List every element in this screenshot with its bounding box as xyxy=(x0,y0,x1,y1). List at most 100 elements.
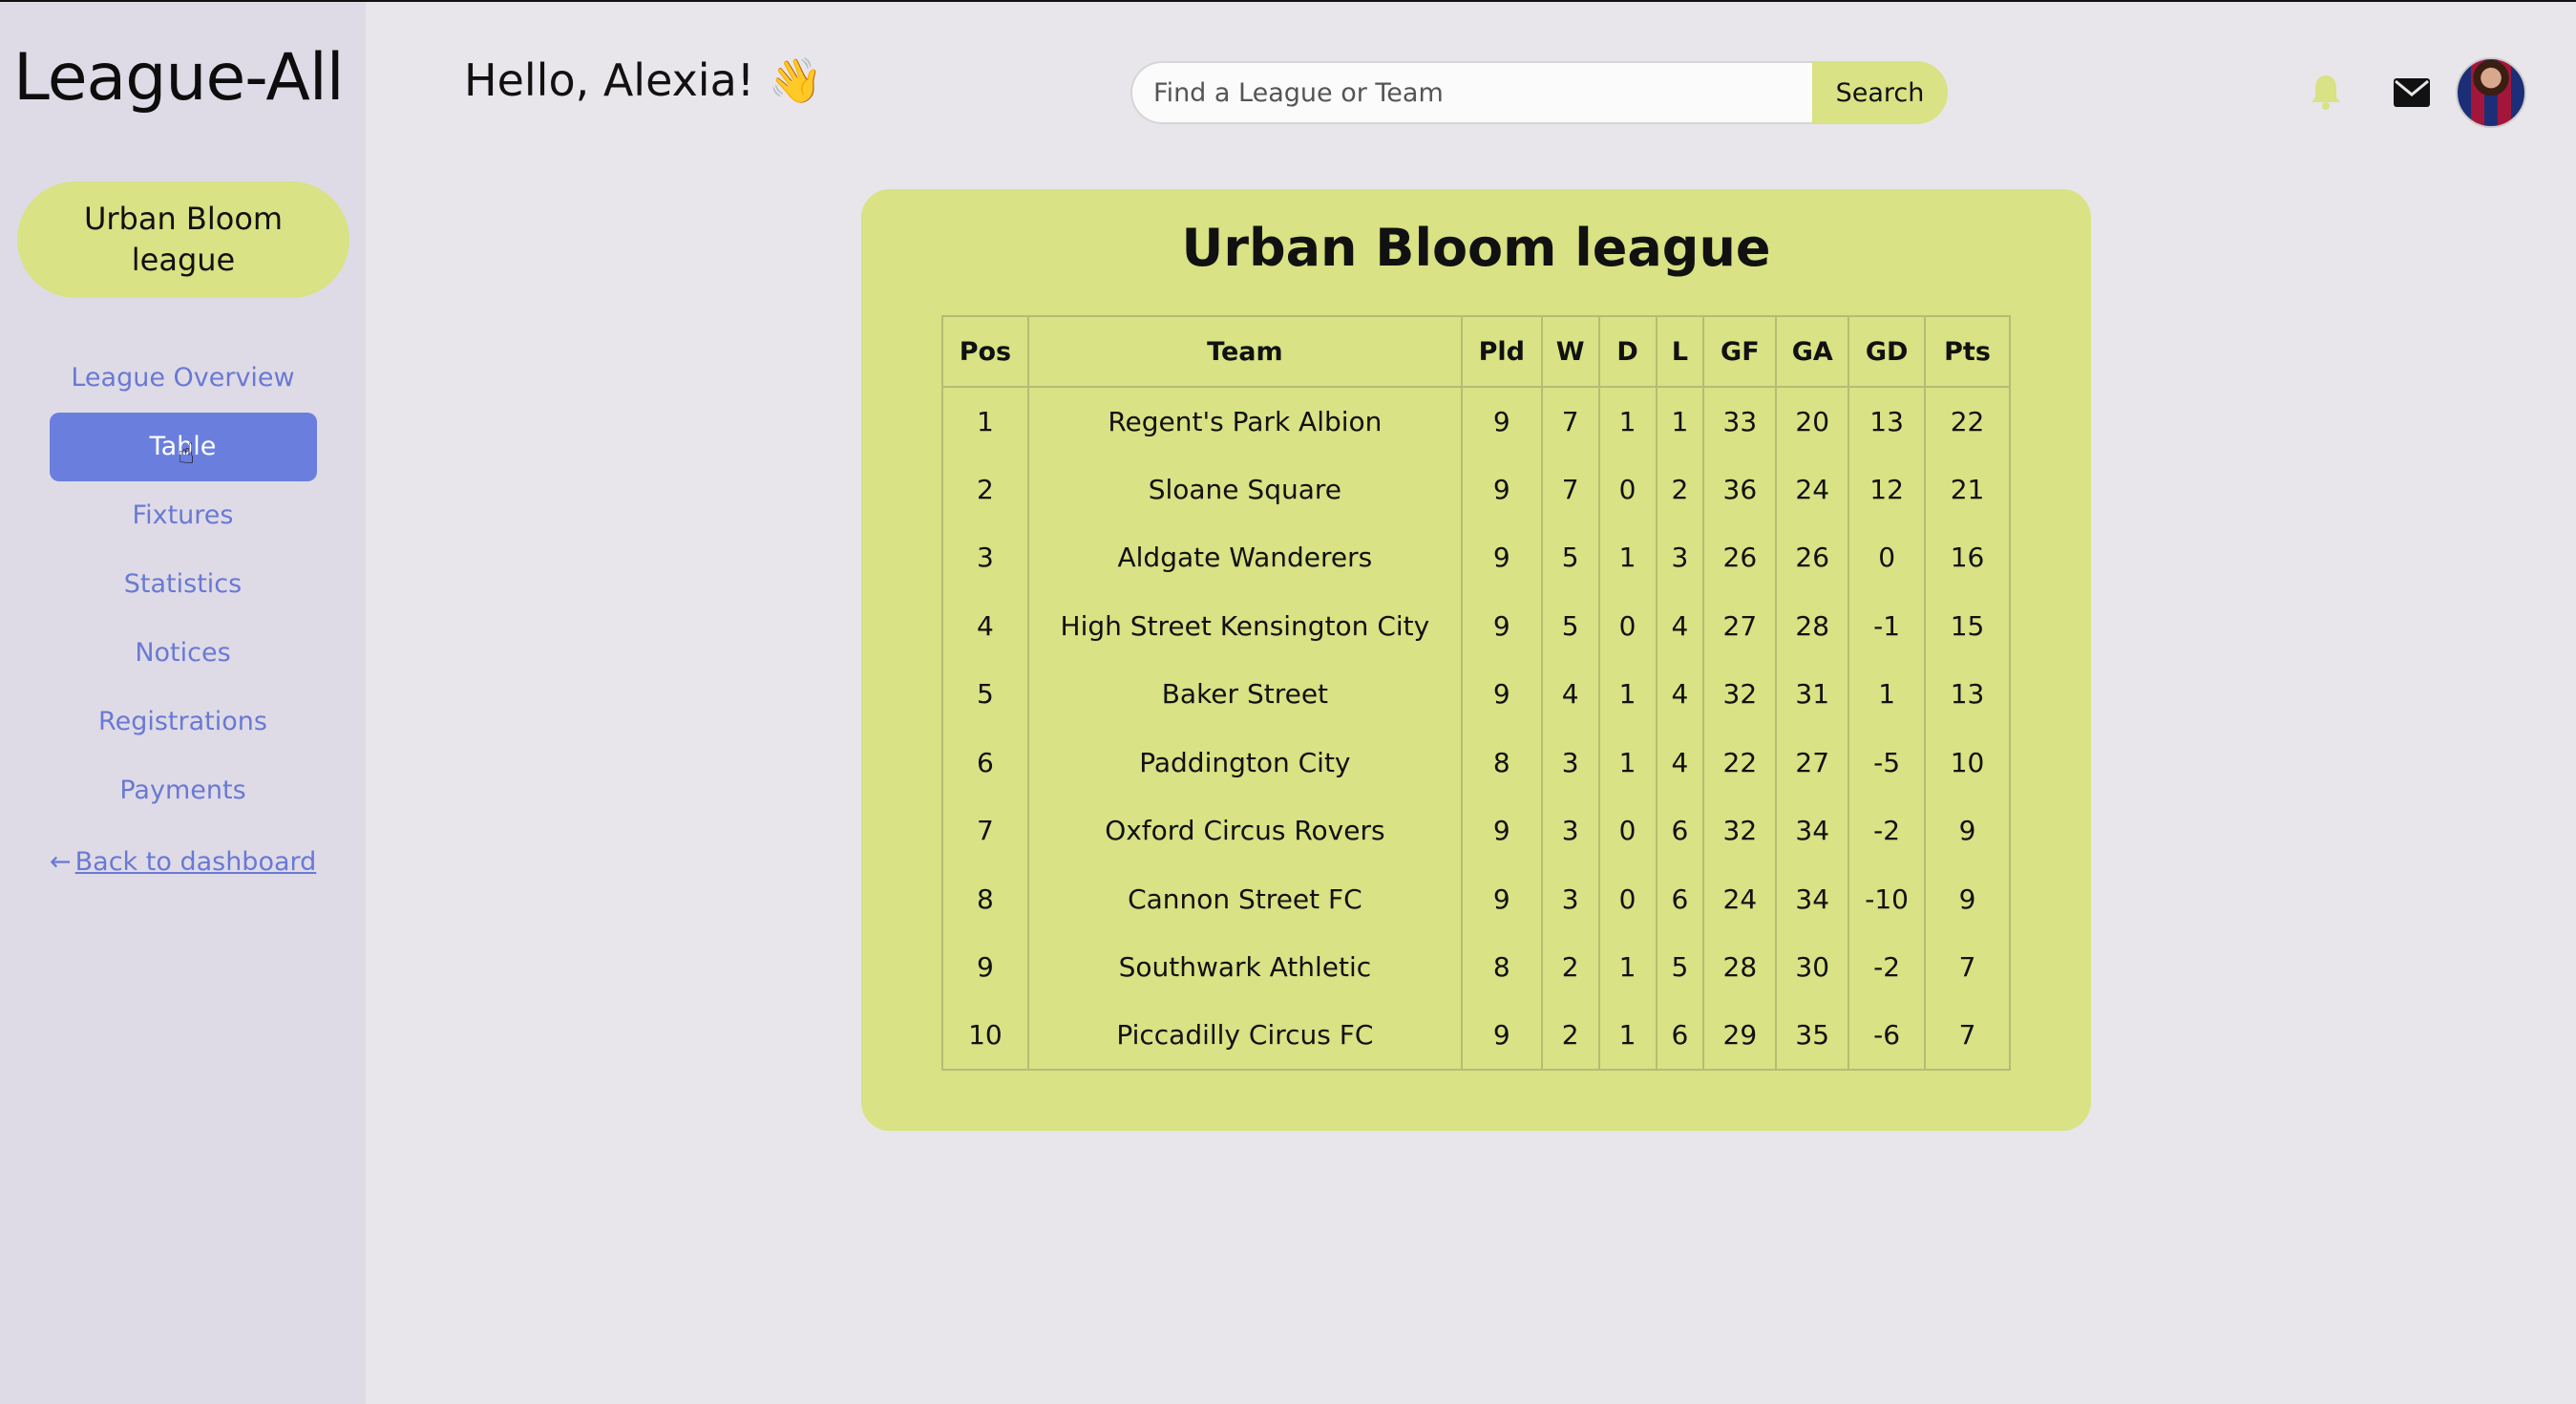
drawn-cell: 1 xyxy=(1597,387,1658,456)
table-row[interactable]: 7 Oxford Circus Rovers 9 3 0 6 32 34 -2 9 xyxy=(941,797,2011,865)
points-cell: 10 xyxy=(1924,728,2011,797)
goal-diff-cell: 1 xyxy=(1848,660,1927,729)
sidebar: League-All Urban Bloom league League Ove… xyxy=(0,2,366,1404)
points-cell: 9 xyxy=(1924,864,2011,933)
lost-cell: 4 xyxy=(1655,660,1705,729)
goals-against-cell: 34 xyxy=(1775,797,1850,865)
app-logo[interactable]: League-All xyxy=(13,40,345,116)
league-table: Pos Team Pld W D L GF GA GD Pts 1 Regent'… xyxy=(941,315,2011,1071)
goal-diff-cell: 0 xyxy=(1848,523,1927,592)
position-cell: 10 xyxy=(941,1001,1029,1071)
column-header[interactable]: W xyxy=(1540,315,1600,388)
team-cell: Piccadilly Circus FC xyxy=(1026,1001,1463,1071)
team-cell: High Street Kensington City xyxy=(1026,591,1463,660)
won-cell: 5 xyxy=(1540,591,1600,660)
goal-diff-cell: -2 xyxy=(1848,933,1927,1002)
back-to-dashboard-link[interactable]: ← Back to dashboard xyxy=(50,847,316,877)
table-row[interactable]: 9 Southwark Athletic 8 2 1 5 28 30 -2 7 xyxy=(941,933,2011,1002)
sidebar-item-table[interactable]: Table xyxy=(49,413,317,481)
column-header[interactable]: D xyxy=(1597,315,1658,388)
avatar[interactable] xyxy=(2456,57,2526,128)
points-cell: 13 xyxy=(1924,660,2011,729)
goals-for-cell: 28 xyxy=(1702,933,1778,1002)
points-cell: 7 xyxy=(1924,933,2011,1002)
goals-for-cell: 24 xyxy=(1702,864,1778,933)
table-row[interactable]: 3 Aldgate Wanderers 9 5 1 3 26 26 0 16 xyxy=(941,523,2011,592)
column-header[interactable]: Team xyxy=(1026,315,1463,388)
goals-for-cell: 36 xyxy=(1702,455,1778,523)
played-cell: 9 xyxy=(1460,523,1543,592)
points-cell: 16 xyxy=(1924,523,2011,592)
table-row[interactable]: 6 Paddington City 8 3 1 4 22 27 -5 10 xyxy=(941,728,2011,797)
played-cell: 9 xyxy=(1460,387,1543,456)
goals-for-cell: 29 xyxy=(1702,1001,1778,1071)
column-header[interactable]: L xyxy=(1655,315,1705,388)
table-row[interactable]: 8 Cannon Street FC 9 3 0 6 24 34 -10 9 xyxy=(941,864,2011,933)
lost-cell: 1 xyxy=(1655,387,1705,456)
table-row[interactable]: 1 Regent's Park Albion 9 7 1 1 33 20 13 22 xyxy=(941,387,2011,456)
bell-icon[interactable] xyxy=(2310,73,2342,111)
won-cell: 3 xyxy=(1540,728,1600,797)
team-cell: Baker Street xyxy=(1026,660,1463,729)
goals-against-cell: 24 xyxy=(1775,455,1850,523)
sidebar-item-payments[interactable]: Payments xyxy=(50,756,317,825)
column-header[interactable]: Pts xyxy=(1924,315,2011,388)
lost-cell: 3 xyxy=(1655,523,1705,592)
column-header[interactable]: GA xyxy=(1775,315,1850,388)
won-cell: 5 xyxy=(1540,523,1600,592)
sidebar-item-league-overview[interactable]: League Overview xyxy=(50,344,317,413)
points-cell: 7 xyxy=(1924,1001,2011,1071)
played-cell: 9 xyxy=(1460,660,1543,729)
mail-icon[interactable] xyxy=(2394,78,2430,107)
goal-diff-cell: -6 xyxy=(1848,1001,1927,1071)
played-cell: 8 xyxy=(1460,933,1543,1002)
won-cell: 4 xyxy=(1540,660,1600,729)
goals-for-cell: 32 xyxy=(1702,797,1778,865)
sidebar-item-statistics[interactable]: Statistics xyxy=(50,550,317,619)
goals-against-cell: 20 xyxy=(1775,387,1850,456)
goals-for-cell: 22 xyxy=(1702,728,1778,797)
team-cell: Regent's Park Albion xyxy=(1026,387,1463,456)
goal-diff-cell: -2 xyxy=(1848,797,1927,865)
won-cell: 3 xyxy=(1540,797,1600,865)
drawn-cell: 0 xyxy=(1597,455,1658,523)
lost-cell: 4 xyxy=(1655,728,1705,797)
drawn-cell: 1 xyxy=(1597,728,1658,797)
league-name: Urban Bloom league xyxy=(83,201,284,278)
table-row[interactable]: 10 Piccadilly Circus FC 9 2 1 6 29 35 -6 7 xyxy=(941,1001,2011,1071)
goals-against-cell: 35 xyxy=(1775,1001,1850,1071)
table-row[interactable]: 4 High Street Kensington City 9 5 0 4 27 28 -1 15 xyxy=(941,591,2011,660)
sidebar-item-fixtures[interactable]: Fixtures xyxy=(50,481,317,550)
lost-cell: 6 xyxy=(1655,864,1705,933)
drawn-cell: 1 xyxy=(1597,523,1658,592)
column-header[interactable]: Pos xyxy=(941,315,1029,388)
goals-against-cell: 31 xyxy=(1775,660,1850,729)
lost-cell: 6 xyxy=(1655,1001,1705,1071)
position-cell: 5 xyxy=(941,660,1029,729)
column-header[interactable]: GF xyxy=(1702,315,1778,388)
lost-cell: 4 xyxy=(1655,591,1705,660)
drawn-cell: 1 xyxy=(1597,933,1658,1002)
search-bar: Search xyxy=(1130,61,1948,124)
table-row[interactable]: 5 Baker Street 9 4 1 4 32 31 1 13 xyxy=(941,660,2011,729)
search-button[interactable]: Search xyxy=(1812,61,1948,124)
played-cell: 9 xyxy=(1460,591,1543,660)
won-cell: 7 xyxy=(1540,455,1600,523)
search-input[interactable] xyxy=(1130,61,1812,124)
team-cell: Paddington City xyxy=(1026,728,1463,797)
table-row[interactable]: 2 Sloane Square 9 7 0 2 36 24 12 21 xyxy=(941,455,2011,523)
goal-diff-cell: -10 xyxy=(1848,864,1927,933)
sidebar-item-notices[interactable]: Notices xyxy=(50,619,317,688)
sidebar-item-registrations[interactable]: Registrations xyxy=(50,688,317,756)
points-cell: 9 xyxy=(1924,797,2011,865)
drawn-cell: 1 xyxy=(1597,1001,1658,1071)
goal-diff-cell: 12 xyxy=(1848,455,1927,523)
column-header[interactable]: GD xyxy=(1848,315,1927,388)
goals-against-cell: 26 xyxy=(1775,523,1850,592)
position-cell: 7 xyxy=(941,797,1029,865)
drawn-cell: 1 xyxy=(1597,660,1658,729)
position-cell: 4 xyxy=(941,591,1029,660)
points-cell: 15 xyxy=(1924,591,2011,660)
column-header[interactable]: Pld xyxy=(1460,315,1543,388)
goal-diff-cell: -1 xyxy=(1848,591,1927,660)
